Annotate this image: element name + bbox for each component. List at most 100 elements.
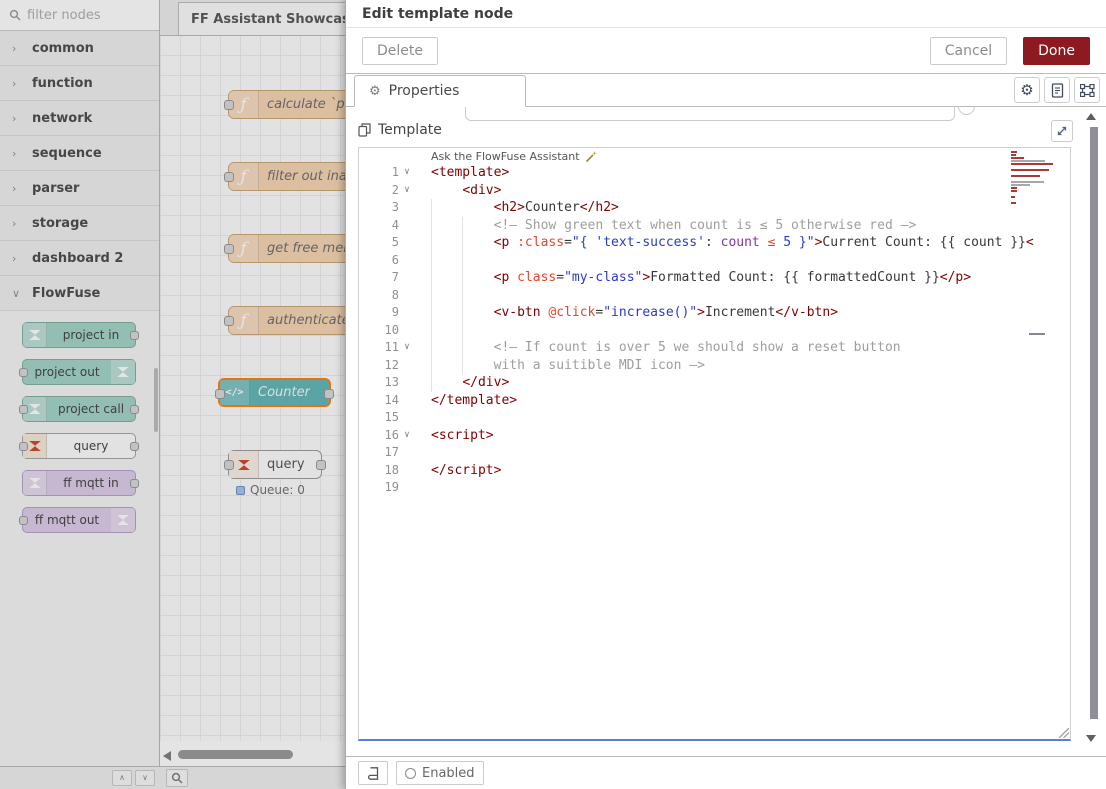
code-line[interactable]: 13 </div> <box>359 374 1070 392</box>
fold-icon[interactable]: ∨ <box>399 427 415 445</box>
description-button[interactable] <box>1044 77 1070 103</box>
book-icon <box>367 767 379 780</box>
node-port-input[interactable] <box>224 100 234 110</box>
flow-node-authenticateu[interactable]: ƒauthenticateU <box>228 306 345 335</box>
line-number: 17 <box>359 444 399 462</box>
done-button[interactable]: Done <box>1023 37 1090 65</box>
code-text: <!— If count is over 5 we should show a … <box>431 339 1070 357</box>
code-line[interactable]: 7 <p class="my-class">Formatted Count: {… <box>359 269 1070 287</box>
code-line[interactable]: 8 <box>359 287 1070 305</box>
code-text: <!— Show green text when count is ≤ 5 ot… <box>431 217 1070 235</box>
code-line[interactable]: 17 <box>359 444 1070 462</box>
gutter-space <box>399 217 415 235</box>
flow-node-counter[interactable]: </>Counter <box>218 378 331 407</box>
expand-icon <box>1056 125 1068 137</box>
code-line[interactable]: 6 <box>359 252 1070 270</box>
fold-icon[interactable]: ∨ <box>399 182 415 200</box>
scrolled-name-input[interactable] <box>465 107 955 121</box>
zoom-search-button[interactable] <box>166 769 188 787</box>
code-text: </script> <box>431 462 1070 480</box>
scrollbar-thumb[interactable] <box>178 750 293 759</box>
code-line[interactable]: 16∨<script> <box>359 427 1070 445</box>
gutter-space <box>399 392 415 410</box>
tab-properties[interactable]: ⚙ Properties <box>354 75 526 107</box>
node-port-input[interactable] <box>224 316 234 326</box>
node-label: filter out inacti <box>259 169 345 184</box>
gutter-space <box>399 322 415 340</box>
indent-guide <box>431 217 432 235</box>
code-line[interactable]: 3 <h2>Counter</h2> <box>359 199 1070 217</box>
node-label: authenticateU <box>259 313 345 328</box>
indent-guide <box>431 269 432 287</box>
code-line[interactable]: 1∨<template> <box>359 164 1070 182</box>
node-label: Counter <box>250 385 310 400</box>
template-field-row: Template <box>358 122 442 138</box>
node-port-input[interactable] <box>224 244 234 254</box>
enabled-toggle-button[interactable]: Enabled <box>396 761 484 785</box>
gutter-space <box>399 374 415 392</box>
canvas-horizontal-scrollbar[interactable] <box>160 748 345 762</box>
scroll-left-icon[interactable] <box>163 751 171 761</box>
dialog-form: Template Ask the FlowFuse Assistant 1∨<t… <box>346 107 1106 756</box>
code-line[interactable]: 5 <p :class="{ 'text-success': count ≤ 5… <box>359 234 1070 252</box>
indent-guide <box>462 252 463 270</box>
code-text: <template> <box>431 164 1070 182</box>
flow-node-filter-out-inacti[interactable]: ƒfilter out inacti <box>228 162 345 191</box>
scroll-down-icon[interactable] <box>1086 735 1096 742</box>
node-port-input[interactable] <box>224 172 234 182</box>
code-text <box>431 444 1070 462</box>
code-line[interactable]: 12 with a suitible MDI icon —> <box>359 357 1070 375</box>
code-text <box>431 479 1070 497</box>
fold-icon[interactable]: ∨ <box>399 339 415 357</box>
code-line[interactable]: 2∨ <div> <box>359 182 1070 200</box>
docs-button[interactable] <box>358 761 388 785</box>
indent-guide <box>431 339 432 357</box>
code-editor[interactable]: Ask the FlowFuse Assistant 1∨<template>2… <box>358 147 1071 741</box>
indent-guide <box>462 322 463 340</box>
minimap[interactable] <box>1011 151 1065 207</box>
indent-guide <box>462 217 463 235</box>
indent-guide <box>462 269 463 287</box>
node-port-output[interactable] <box>324 389 334 399</box>
code-line[interactable]: 11∨ <!— If count is over 5 we should sho… <box>359 339 1070 357</box>
node-port-output[interactable] <box>316 460 326 470</box>
code-line[interactable]: 15 <box>359 409 1070 427</box>
scrolled-icon-button[interactable] <box>958 107 975 115</box>
code-line[interactable]: 10 <box>359 322 1070 340</box>
indent-guide <box>431 374 432 392</box>
code-line[interactable]: 4 <!— Show green text when count is ≤ 5 … <box>359 217 1070 235</box>
gutter-space <box>399 287 415 305</box>
cancel-button[interactable]: Cancel <box>930 37 1007 65</box>
code-text: </template> <box>431 392 1070 410</box>
assistant-prompt-button[interactable]: Ask the FlowFuse Assistant <box>431 150 598 163</box>
code-line[interactable]: 19 <box>359 479 1070 497</box>
dialog-scrollbar-thumb[interactable] <box>1090 127 1098 719</box>
node-settings-button[interactable]: ⚙ <box>1014 77 1040 103</box>
line-number: 14 <box>359 392 399 410</box>
edit-template-node-dialog: Edit template node Delete Cancel Done ⚙ … <box>345 0 1106 789</box>
code-text: </div> <box>431 374 1070 392</box>
indent-guide <box>431 199 432 217</box>
code-line[interactable]: 9 <v-btn @click="increase()">Increment</… <box>359 304 1070 322</box>
node-port-input[interactable] <box>215 389 225 399</box>
status-dot-icon <box>236 486 245 495</box>
flow-node-query[interactable]: query <box>228 450 322 479</box>
fold-icon[interactable]: ∨ <box>399 164 415 182</box>
indent-guide <box>462 304 463 322</box>
node-port-input[interactable] <box>224 460 234 470</box>
document-icon <box>1051 83 1064 98</box>
node-label: get free memo <box>259 241 345 256</box>
resize-handle-icon[interactable] <box>1059 728 1069 738</box>
appearance-button[interactable] <box>1074 77 1100 103</box>
assistant-label: Ask the FlowFuse Assistant <box>431 150 580 163</box>
code-text <box>431 322 1070 340</box>
code-line[interactable]: 14 </template> <box>359 392 1070 410</box>
indent-guide <box>431 252 432 270</box>
delete-button[interactable]: Delete <box>362 37 438 65</box>
code-line[interactable]: 18</script> <box>359 462 1070 480</box>
scroll-up-icon[interactable] <box>1086 113 1096 120</box>
flow-node-get-free-memo[interactable]: ƒget free memo <box>228 234 345 263</box>
flow-node-calculate-pay[interactable]: ƒcalculate `pay <box>228 90 345 119</box>
code-text: <script> <box>431 427 1070 445</box>
expand-editor-button[interactable] <box>1051 120 1073 142</box>
